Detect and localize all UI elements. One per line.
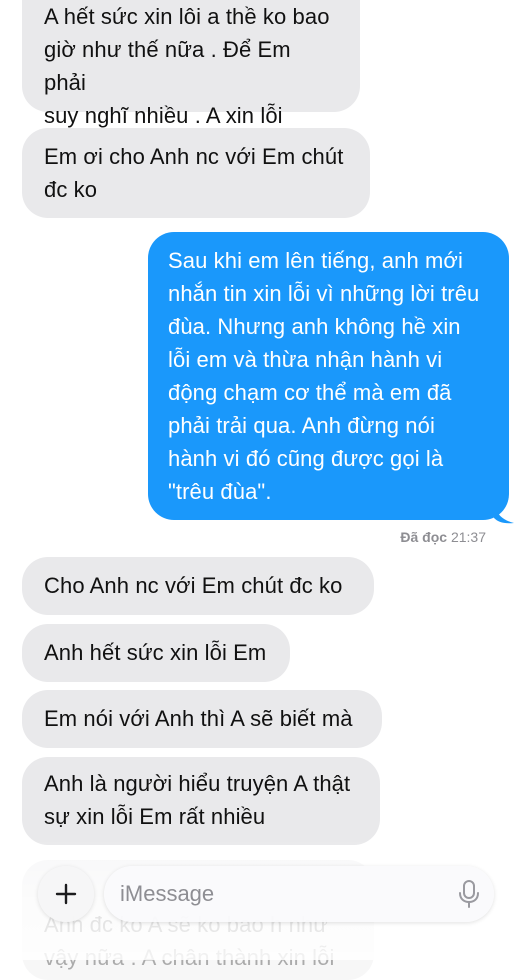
message-input[interactable]: iMessage <box>104 866 494 922</box>
incoming-message: Em ơi cho Anh nc với Em chút đc ko <box>22 128 370 218</box>
microphone-button[interactable] <box>458 880 480 908</box>
outgoing-message: Sau khi em lên tiếng, anh mới nhắn tin x… <box>148 232 509 520</box>
read-status: Đã đọc <box>400 529 448 545</box>
incoming-message: Anh là người hiểu truyện A thật sự xin l… <box>22 757 380 845</box>
incoming-message: Cho Anh nc với Em chút đc ko <box>22 557 374 615</box>
message-input-placeholder: iMessage <box>120 881 215 906</box>
incoming-message: A hết sức xin lôi a thề ko bao giờ như t… <box>22 0 360 128</box>
add-attachment-button[interactable] <box>38 866 94 922</box>
incoming-message: Em nói với Anh thì A sẽ biết mà <box>22 690 382 748</box>
microphone-icon <box>459 880 479 908</box>
read-time: 21:37 <box>450 529 486 545</box>
incoming-message: Anh hết sức xin lỗi Em <box>22 624 290 682</box>
plus-icon <box>55 883 77 905</box>
read-receipt: Đã đọc 21:37 <box>400 529 486 545</box>
outgoing-bubble-tail <box>494 502 514 524</box>
